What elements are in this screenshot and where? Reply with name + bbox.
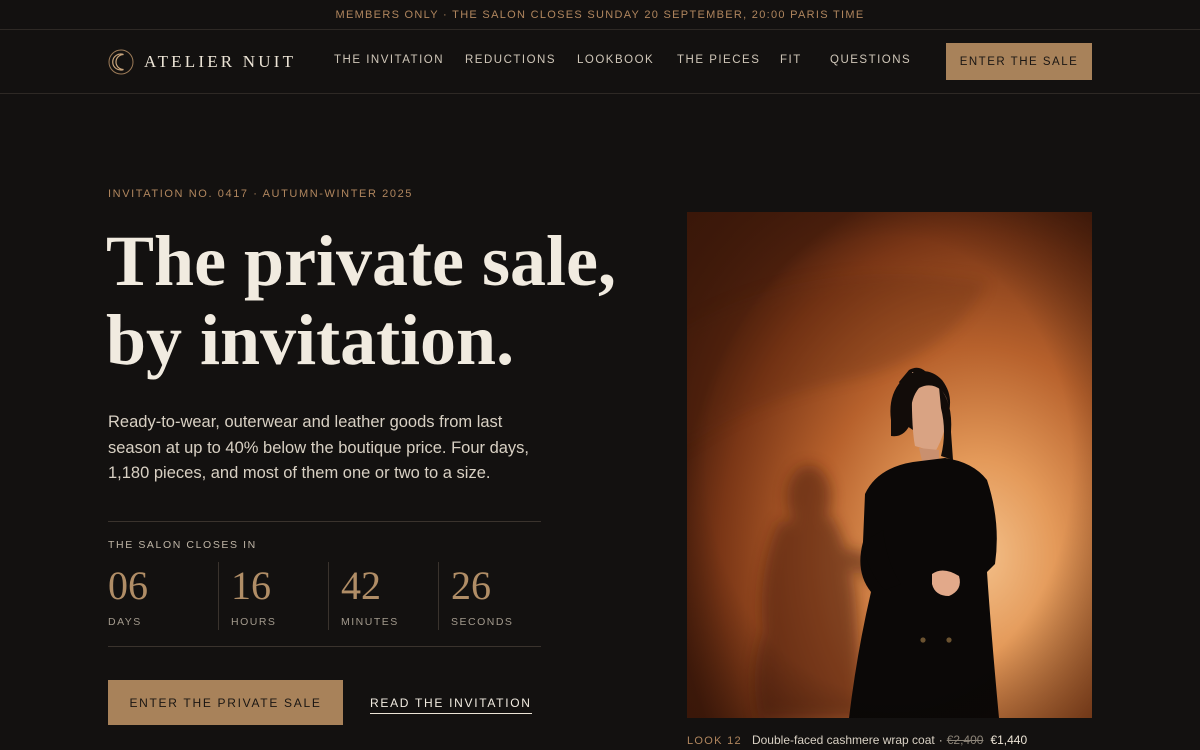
countdown: THE SALON CLOSES IN 06 DAYS 16 HOURS 42 … [108, 521, 541, 647]
countdown-days: 06 DAYS [108, 562, 148, 630]
caption-separator: · [938, 733, 943, 747]
page-title: The private sale, by invitation. [106, 222, 666, 380]
countdown-unit: HOURS [231, 616, 277, 628]
brand-logo[interactable]: ATELIER NUIT [108, 49, 296, 75]
enter-sale-button[interactable]: ENTER THE SALE [946, 43, 1092, 80]
crescent-moon-icon [108, 49, 134, 75]
announcement-text: MEMBERS ONLY · THE SALON CLOSES SUNDAY 2… [335, 8, 865, 21]
nav-link-reductions[interactable]: REDUCTIONS [465, 54, 556, 66]
countdown-unit: SECONDS [451, 616, 514, 628]
countdown-value: 06 [108, 563, 148, 608]
lookbook-photo [687, 212, 1092, 718]
enter-private-sale-button[interactable]: ENTER THE PRIVATE SALE [108, 680, 343, 725]
hero-description: Ready-to-wear, outerwear and leather goo… [108, 413, 530, 482]
nav-link-pieces[interactable]: THE PIECES [677, 54, 760, 66]
countdown-value: 26 [451, 563, 491, 608]
product-caption[interactable]: LOOK 12 Double-faced cashmere wrap coat … [687, 733, 1027, 747]
countdown-hours: 16 HOURS [218, 562, 276, 630]
nav-link-invitation[interactable]: THE INVITATION [334, 54, 444, 66]
invitation-eyebrow: INVITATION NO. 0417 · AUTUMN-WINTER 2025 [108, 188, 414, 200]
announcement-bar: MEMBERS ONLY · THE SALON CLOSES SUNDAY 2… [0, 0, 1200, 30]
model-in-coat-image [687, 212, 1092, 718]
nav-link-lookbook[interactable]: LOOKBOOK [577, 54, 654, 66]
product-name: Double-faced cashmere wrap coat [751, 733, 935, 747]
countdown-value: 16 [231, 563, 271, 608]
countdown-label: THE SALON CLOSES IN [108, 539, 257, 551]
original-price: €2,400 [946, 733, 984, 747]
nav-link-fit[interactable]: FIT [780, 54, 802, 66]
brand-name: ATELIER NUIT [144, 52, 297, 71]
sale-price: €1,440 [990, 733, 1028, 747]
read-invitation-link[interactable]: READ THE INVITATION [370, 696, 532, 714]
site-header: ATELIER NUIT THE INVITATION REDUCTIONS L… [0, 30, 1200, 94]
headline-line-1: The private sale, [106, 221, 616, 301]
countdown-minutes: 42 MINUTES [328, 562, 399, 630]
look-number: LOOK 12 [687, 735, 742, 747]
countdown-value: 42 [341, 563, 381, 608]
headline-line-2: by invitation. [106, 300, 515, 380]
countdown-seconds: 26 SECONDS [438, 562, 513, 630]
countdown-unit: DAYS [108, 616, 142, 628]
countdown-unit: MINUTES [341, 616, 399, 628]
nav-link-questions[interactable]: QUESTIONS [830, 54, 911, 66]
